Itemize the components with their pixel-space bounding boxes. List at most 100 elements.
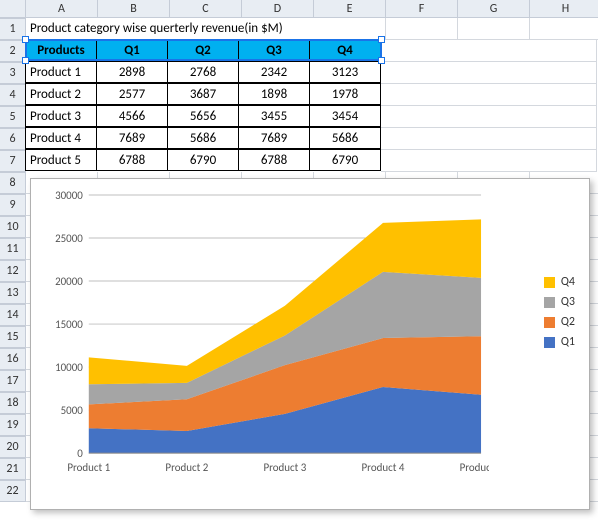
row-header[interactable]: 4: [0, 84, 26, 106]
table-row: Product 12898276823423123: [26, 62, 598, 84]
title-label: Product category wise querterly revenue(…: [30, 21, 283, 36]
product-name-cell[interactable]: Product 3: [25, 105, 97, 127]
product-name-cell[interactable]: Product 5: [25, 149, 97, 171]
row-header[interactable]: 19: [0, 414, 26, 436]
value-cell[interactable]: 3687: [167, 83, 239, 105]
value-cell[interactable]: 5686: [309, 127, 381, 149]
header-products[interactable]: Products: [25, 39, 97, 61]
title-cell[interactable]: Product category wise querterly revenue(…: [26, 18, 386, 40]
empty-cell[interactable]: [381, 40, 597, 62]
table-row: Product category wise querterly revenue(…: [26, 18, 598, 40]
value-cell[interactable]: 2342: [238, 61, 310, 83]
legend-swatch: [544, 297, 555, 308]
row-header[interactable]: 10: [0, 216, 26, 238]
row-header[interactable]: 11: [0, 238, 26, 260]
value-cell[interactable]: 7689: [96, 127, 168, 149]
legend-swatch: [544, 337, 555, 348]
column-header[interactable]: C: [170, 0, 242, 18]
plot-area: 050001000015000200002500030000Product 1P…: [41, 189, 489, 477]
spreadsheet: ABCDEFGH 1234567891011121314151617181920…: [0, 0, 598, 530]
value-cell[interactable]: 2577: [96, 83, 168, 105]
row-header[interactable]: 9: [0, 194, 26, 216]
value-cell[interactable]: 3454: [309, 105, 381, 127]
svg-text:15000: 15000: [55, 318, 83, 331]
selection-handle[interactable]: [378, 36, 385, 43]
row-header[interactable]: 13: [0, 282, 26, 304]
value-cell[interactable]: 6788: [238, 149, 310, 171]
row-header[interactable]: 17: [0, 370, 26, 392]
row-header[interactable]: 12: [0, 260, 26, 282]
empty-cell[interactable]: [381, 150, 597, 172]
header-q3[interactable]: Q3: [238, 39, 310, 61]
empty-cell[interactable]: [381, 128, 597, 150]
svg-text:Product 3: Product 3: [263, 461, 306, 474]
column-header[interactable]: H: [530, 0, 598, 18]
column-header[interactable]: F: [386, 0, 458, 18]
selection-handle[interactable]: [378, 57, 385, 64]
value-cell[interactable]: 2768: [167, 61, 239, 83]
value-cell[interactable]: 7689: [238, 127, 310, 149]
column-header[interactable]: A: [26, 0, 98, 18]
legend-swatch: [544, 317, 555, 328]
row-header[interactable]: 15: [0, 326, 26, 348]
value-cell[interactable]: 5686: [167, 127, 239, 149]
row-headers: 12345678910111213141516171819202122: [0, 18, 26, 502]
row-header[interactable]: 18: [0, 392, 26, 414]
value-cell[interactable]: 6788: [96, 149, 168, 171]
value-cell[interactable]: 6790: [309, 149, 381, 171]
column-header[interactable]: D: [242, 0, 314, 18]
empty-cell[interactable]: [530, 18, 598, 40]
table-row: Product 22577368718981978: [26, 84, 598, 106]
table-row: Product 34566565634553454: [26, 106, 598, 128]
table-row: Product 47689568676895686: [26, 128, 598, 150]
legend-label: Q2: [561, 315, 575, 329]
row-header[interactable]: 7: [0, 150, 26, 172]
column-header[interactable]: B: [98, 0, 170, 18]
row-header[interactable]: 21: [0, 458, 26, 480]
value-cell[interactable]: 1978: [309, 83, 381, 105]
row-header[interactable]: 6: [0, 128, 26, 150]
header-q2[interactable]: Q2: [167, 39, 239, 61]
selection-handle[interactable]: [22, 36, 29, 43]
value-cell[interactable]: 5656: [167, 105, 239, 127]
legend-item: Q2: [544, 315, 575, 329]
svg-text:0: 0: [77, 447, 83, 460]
header-q1[interactable]: Q1: [96, 39, 168, 61]
selection-handle[interactable]: [22, 57, 29, 64]
value-cell[interactable]: 3123: [309, 61, 381, 83]
legend-label: Q4: [561, 275, 575, 289]
row-header[interactable]: 3: [0, 62, 26, 84]
row-header[interactable]: 5: [0, 106, 26, 128]
legend-item: Q1: [544, 335, 575, 349]
value-cell[interactable]: 1898: [238, 83, 310, 105]
empty-cell[interactable]: [381, 84, 597, 106]
product-name-cell[interactable]: Product 4: [25, 127, 97, 149]
column-header[interactable]: E: [314, 0, 386, 18]
value-cell[interactable]: 6790: [167, 149, 239, 171]
row-header[interactable]: 22: [0, 480, 26, 502]
svg-text:20000: 20000: [55, 275, 83, 288]
column-header[interactable]: G: [458, 0, 530, 18]
row-header[interactable]: 16: [0, 348, 26, 370]
empty-cell[interactable]: [381, 106, 597, 128]
product-name-cell[interactable]: Product 2: [25, 83, 97, 105]
header-q4[interactable]: Q4: [309, 39, 381, 61]
column-headers: ABCDEFGH: [0, 0, 598, 18]
legend-label: Q3: [561, 295, 575, 309]
row-header[interactable]: 14: [0, 304, 26, 326]
value-cell[interactable]: 3455: [238, 105, 310, 127]
chart-object[interactable]: 050001000015000200002500030000Product 1P…: [30, 178, 590, 510]
row-header[interactable]: 20: [0, 436, 26, 458]
table-row: Products Q1 Q2 Q3 Q4: [26, 40, 598, 62]
empty-cell[interactable]: [458, 18, 530, 40]
value-cell[interactable]: 2898: [96, 61, 168, 83]
value-cell[interactable]: 4566: [96, 105, 168, 127]
select-all-corner[interactable]: [0, 0, 26, 18]
empty-cell[interactable]: [381, 62, 597, 84]
product-name-cell[interactable]: Product 1: [25, 61, 97, 83]
table-row: Product 56788679067886790: [26, 150, 598, 172]
svg-text:Product 5: Product 5: [460, 461, 489, 474]
svg-text:30000: 30000: [55, 189, 83, 202]
row-header[interactable]: 8: [0, 172, 26, 194]
empty-cell[interactable]: [386, 18, 458, 40]
